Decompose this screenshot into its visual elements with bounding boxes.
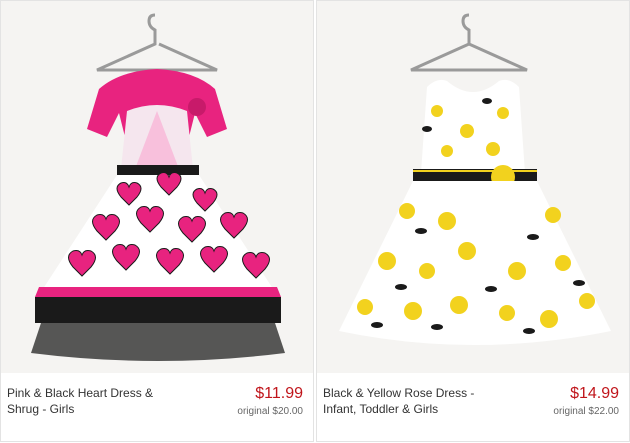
sale-price: $14.99 [570, 385, 619, 402]
product-info: Pink & Black Heart Dress & Shrug - Girls… [1, 373, 313, 443]
product-image[interactable] [317, 1, 629, 373]
product-image[interactable] [1, 1, 313, 373]
product-grid: Pink & Black Heart Dress & Shrug - Girls… [0, 0, 630, 442]
product-card[interactable]: Pink & Black Heart Dress & Shrug - Girls… [0, 0, 314, 442]
yellow-rose-dress-illustration [339, 13, 611, 345]
product-card[interactable]: Black & Yellow Rose Dress - Infant, Todd… [316, 0, 630, 442]
product-title[interactable]: Black & Yellow Rose Dress - Infant, Todd… [323, 385, 488, 417]
pink-heart-dress-illustration [31, 13, 285, 361]
original-price: original $20.00 [237, 406, 303, 417]
sale-price: $11.99 [255, 385, 303, 402]
product-title[interactable]: Pink & Black Heart Dress & Shrug - Girls [7, 385, 172, 417]
original-price: original $22.00 [553, 406, 619, 417]
product-info: Black & Yellow Rose Dress - Infant, Todd… [317, 373, 629, 443]
